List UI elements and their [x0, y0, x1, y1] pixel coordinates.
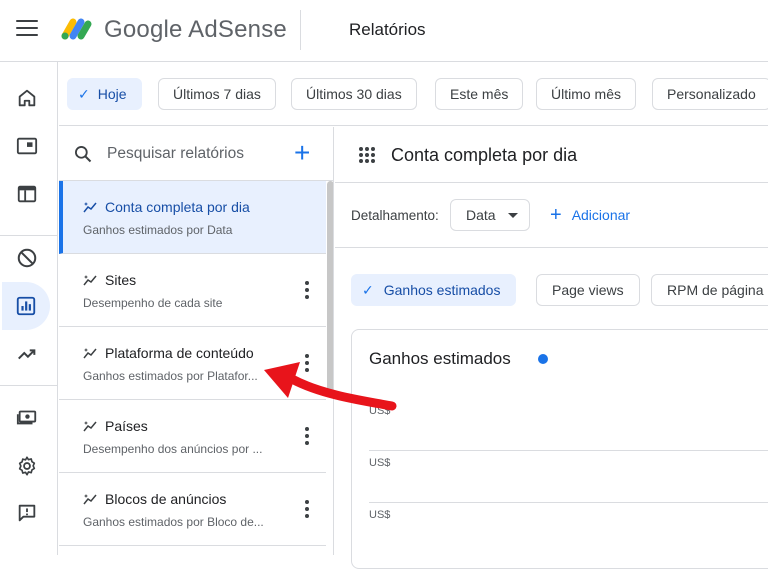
add-label: Adicionar: [571, 207, 631, 223]
adsense-logo-icon: [61, 18, 92, 40]
breakdown-row: Detalhamento: Data + Adicionar: [335, 184, 768, 248]
chip-today[interactable]: ✓ Hoje: [67, 78, 142, 110]
report-title-text: Países: [105, 418, 148, 434]
chip-last-7-days[interactable]: Últimos 7 dias: [158, 78, 276, 110]
nav-rail: [0, 62, 58, 555]
chip-label: Últimos 7 dias: [173, 86, 261, 102]
more-vert-icon[interactable]: [297, 426, 317, 446]
report-subtitle: Ganhos estimados por Data: [83, 223, 233, 237]
sparkle-chart-icon: [83, 202, 97, 213]
report-title: Plataforma de conteúdo: [83, 345, 254, 361]
trending-icon[interactable]: [6, 333, 48, 375]
page-title: Relatórios: [349, 20, 426, 39]
menu-icon[interactable]: [16, 20, 38, 38]
metric-chips: ✓ Ganhos estimados Page views RPM de pág…: [335, 249, 768, 329]
report-title: Sites: [83, 272, 136, 288]
metric-label: Page views: [552, 282, 624, 298]
report-title-text: Sites: [105, 272, 137, 288]
search-input[interactable]: Pesquisar relatórios: [107, 145, 244, 163]
dropdown-caret-icon: [508, 213, 518, 218]
date-range-chips: ✓ Hoje Últimos 7 dias Últimos 30 dias Es…: [59, 62, 768, 126]
check-icon: ✓: [362, 281, 374, 298]
rail-divider-2: [0, 385, 58, 386]
sparkle-chart-icon: [83, 494, 97, 505]
browser-icon[interactable]: [6, 173, 48, 215]
metric-label: RPM de página: [667, 282, 764, 298]
metric-label: Ganhos estimados: [383, 282, 501, 298]
report-title: Blocos de anúncios: [83, 491, 226, 507]
report-title-text: Blocos de anúncios: [105, 491, 227, 507]
apps-grid-icon[interactable]: [358, 146, 376, 164]
report-title: Países: [83, 418, 148, 434]
metric-chip-page-views[interactable]: Page views: [536, 274, 640, 306]
breakdown-label: Detalhamento:: [351, 208, 439, 223]
report-subtitle: Ganhos estimados por Platafor...: [83, 369, 258, 383]
report-subtitle: Ganhos estimados por Bloco de...: [83, 515, 264, 529]
chart-card: Ganhos estimados US$ US$ US$: [351, 329, 768, 569]
chip-label: Personalizado: [667, 86, 756, 102]
more-vert-icon[interactable]: [297, 499, 317, 519]
brand-product: AdSense: [188, 16, 287, 43]
sparkle-chart-icon: [83, 421, 97, 432]
y-axis-label: US$: [369, 457, 391, 469]
chip-label: Últimos 30 dias: [306, 86, 402, 102]
add-report-icon[interactable]: +: [294, 139, 310, 167]
chip-last-month[interactable]: Último mês: [536, 78, 637, 110]
breakdown-dropdown[interactable]: Data: [450, 199, 530, 231]
sparkle-chart-icon: [83, 348, 97, 359]
block-icon[interactable]: [6, 237, 48, 279]
annotation-arrow-icon: [264, 362, 397, 411]
add-breakdown-button[interactable]: + Adicionar: [550, 204, 631, 226]
chip-label: Este mês: [450, 86, 509, 102]
top-divider: [300, 10, 301, 50]
report-item[interactable]: Blocos de anúncios Ganhos estimados por …: [59, 473, 326, 546]
brand-google: Google: [104, 16, 183, 43]
gridline: [369, 502, 768, 503]
report-subtitle: Desempenho dos anúncios por ...: [83, 442, 263, 456]
brand-title: Google AdSense: [104, 16, 287, 44]
report-search: Pesquisar relatórios +: [59, 127, 333, 181]
report-subtitle: Desempenho de cada site: [83, 296, 223, 310]
more-vert-icon[interactable]: [297, 280, 317, 300]
sparkle-chart-icon: [83, 275, 97, 286]
ad-unit-icon[interactable]: [6, 125, 48, 167]
report-title-text: Conta completa por dia: [105, 199, 250, 215]
chip-this-month[interactable]: Este mês: [435, 78, 524, 110]
top-bar: Google AdSense Relatórios: [0, 0, 768, 62]
reports-icon[interactable]: [2, 282, 50, 330]
feedback-icon[interactable]: [6, 492, 48, 534]
home-icon[interactable]: [6, 77, 48, 119]
settings-icon[interactable]: [6, 445, 48, 487]
report-title: Conta completa por dia: [83, 199, 250, 215]
check-icon: ✓: [78, 85, 90, 102]
rail-divider: [0, 235, 58, 236]
gridline: [369, 450, 768, 451]
report-item[interactable]: Conta completa por dia Ganhos estimados …: [59, 181, 326, 254]
chip-custom[interactable]: Personalizado: [652, 78, 768, 110]
report-title-heading: Conta completa por dia: [391, 145, 578, 165]
plus-icon: +: [550, 204, 562, 226]
chip-label: Hoje: [97, 86, 127, 102]
report-list-panel: Pesquisar relatórios + Conta completa po…: [59, 127, 334, 555]
chip-label: Último mês: [551, 86, 622, 102]
search-icon: [75, 146, 92, 163]
chip-last-30-days[interactable]: Últimos 30 dias: [291, 78, 417, 110]
series-dot: [538, 354, 548, 364]
payments-icon[interactable]: [6, 396, 48, 438]
metric-chip-page-rpm[interactable]: RPM de página: [651, 274, 768, 306]
breakdown-value: Data: [466, 207, 496, 223]
metric-chip-estimated-earnings[interactable]: ✓ Ganhos estimados: [351, 274, 517, 306]
report-title-text: Plataforma de conteúdo: [105, 345, 254, 361]
report-header: Conta completa por dia: [335, 127, 768, 183]
report-item[interactable]: Sites Desempenho de cada site: [59, 254, 326, 327]
y-axis-label: US$: [369, 509, 391, 521]
